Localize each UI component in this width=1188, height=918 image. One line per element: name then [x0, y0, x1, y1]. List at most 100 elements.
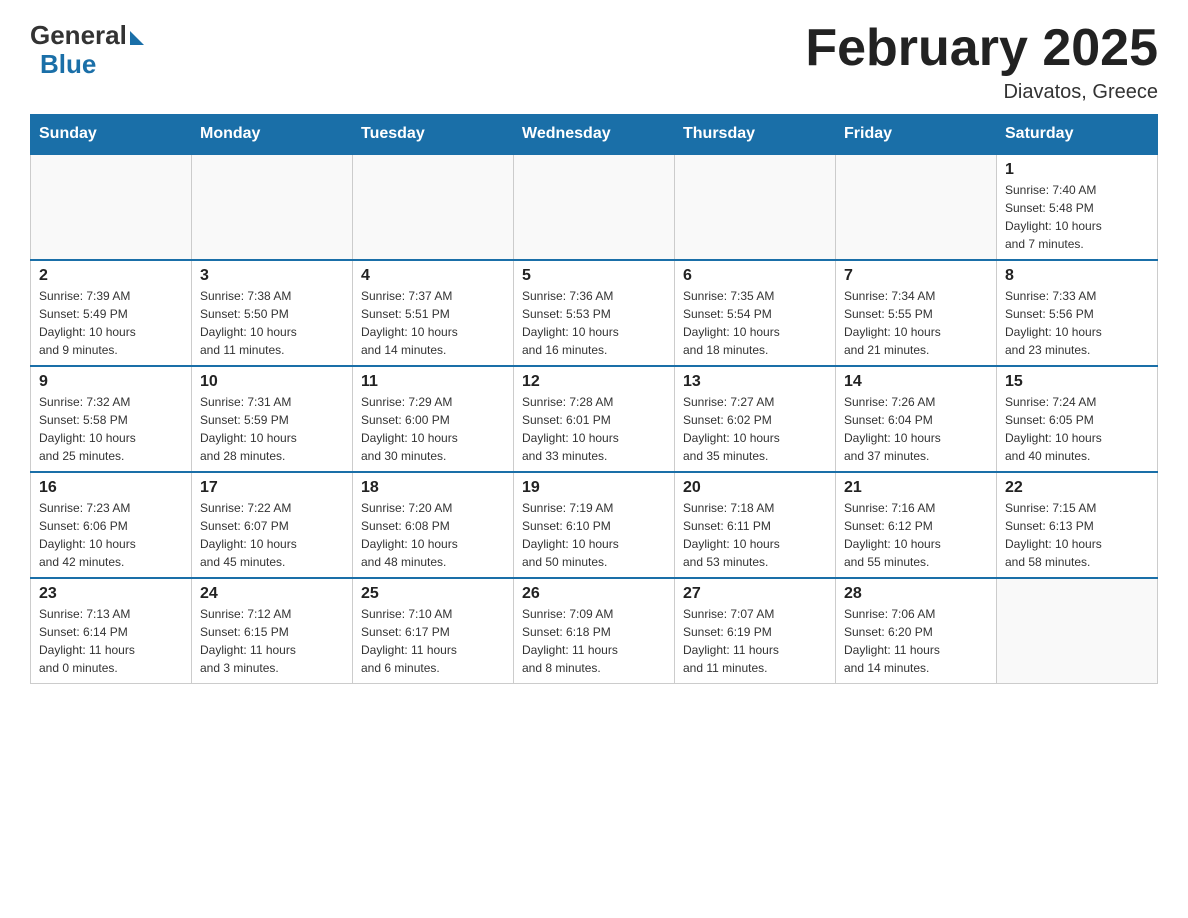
day-info: Sunrise: 7:18 AM Sunset: 6:11 PM Dayligh…	[683, 499, 827, 571]
calendar-cell	[353, 154, 514, 260]
calendar-week-1: 1 Sunrise: 7:40 AM Sunset: 5:48 PM Daylig…	[31, 154, 1158, 260]
day-info: Sunrise: 7:13 AM Sunset: 6:14 PM Dayligh…	[39, 605, 183, 677]
calendar-cell: 19 Sunrise: 7:19 AM Sunset: 6:10 PM Dayli…	[514, 472, 675, 578]
day-info: Sunrise: 7:12 AM Sunset: 6:15 PM Dayligh…	[200, 605, 344, 677]
calendar-cell	[514, 154, 675, 260]
day-number: 26	[522, 585, 666, 603]
day-number: 11	[361, 373, 505, 391]
calendar-cell: 24 Sunrise: 7:12 AM Sunset: 6:15 PM Dayli…	[192, 578, 353, 684]
calendar-cell: 26 Sunrise: 7:09 AM Sunset: 6:18 PM Dayli…	[514, 578, 675, 684]
day-info: Sunrise: 7:31 AM Sunset: 5:59 PM Dayligh…	[200, 393, 344, 465]
calendar-cell: 11 Sunrise: 7:29 AM Sunset: 6:00 PM Dayli…	[353, 366, 514, 472]
calendar-cell: 18 Sunrise: 7:20 AM Sunset: 6:08 PM Dayli…	[353, 472, 514, 578]
location-text: Diavatos, Greece	[805, 81, 1158, 104]
day-info: Sunrise: 7:37 AM Sunset: 5:51 PM Dayligh…	[361, 287, 505, 359]
calendar-cell: 22 Sunrise: 7:15 AM Sunset: 6:13 PM Dayli…	[997, 472, 1158, 578]
calendar-cell: 3 Sunrise: 7:38 AM Sunset: 5:50 PM Daylig…	[192, 260, 353, 366]
calendar-week-5: 23 Sunrise: 7:13 AM Sunset: 6:14 PM Dayli…	[31, 578, 1158, 684]
day-number: 23	[39, 585, 183, 603]
day-number: 19	[522, 479, 666, 497]
day-info: Sunrise: 7:06 AM Sunset: 6:20 PM Dayligh…	[844, 605, 988, 677]
day-number: 10	[200, 373, 344, 391]
day-info: Sunrise: 7:33 AM Sunset: 5:56 PM Dayligh…	[1005, 287, 1149, 359]
day-info: Sunrise: 7:19 AM Sunset: 6:10 PM Dayligh…	[522, 499, 666, 571]
day-header-thursday: Thursday	[675, 115, 836, 155]
calendar-cell: 7 Sunrise: 7:34 AM Sunset: 5:55 PM Daylig…	[836, 260, 997, 366]
day-number: 13	[683, 373, 827, 391]
calendar-cell: 12 Sunrise: 7:28 AM Sunset: 6:01 PM Dayli…	[514, 366, 675, 472]
day-info: Sunrise: 7:15 AM Sunset: 6:13 PM Dayligh…	[1005, 499, 1149, 571]
day-info: Sunrise: 7:29 AM Sunset: 6:00 PM Dayligh…	[361, 393, 505, 465]
month-title: February 2025	[805, 20, 1158, 77]
day-number: 28	[844, 585, 988, 603]
day-info: Sunrise: 7:34 AM Sunset: 5:55 PM Dayligh…	[844, 287, 988, 359]
day-info: Sunrise: 7:24 AM Sunset: 6:05 PM Dayligh…	[1005, 393, 1149, 465]
calendar-cell: 28 Sunrise: 7:06 AM Sunset: 6:20 PM Dayli…	[836, 578, 997, 684]
calendar-cell: 15Sunrise: 7:24 AM Sunset: 6:05 PM Dayli…	[997, 366, 1158, 472]
day-number: 20	[683, 479, 827, 497]
logo-general-text: General	[30, 20, 127, 51]
day-info: Sunrise: 7:36 AM Sunset: 5:53 PM Dayligh…	[522, 287, 666, 359]
day-header-sunday: Sunday	[31, 115, 192, 155]
day-number: 17	[200, 479, 344, 497]
day-header-monday: Monday	[192, 115, 353, 155]
logo-blue-text: Blue	[40, 49, 96, 80]
calendar-cell: 27 Sunrise: 7:07 AM Sunset: 6:19 PM Dayli…	[675, 578, 836, 684]
calendar-cell	[192, 154, 353, 260]
calendar-cell: 10 Sunrise: 7:31 AM Sunset: 5:59 PM Dayli…	[192, 366, 353, 472]
page-header: General Blue February 2025 Diavatos, Gre…	[30, 20, 1158, 104]
day-number: 7	[844, 267, 988, 285]
day-number: 2	[39, 267, 183, 285]
calendar-cell: 2Sunrise: 7:39 AM Sunset: 5:49 PM Daylig…	[31, 260, 192, 366]
day-header-saturday: Saturday	[997, 115, 1158, 155]
calendar-cell: 9 Sunrise: 7:32 AM Sunset: 5:58 PM Daylig…	[31, 366, 192, 472]
calendar-week-3: 9 Sunrise: 7:32 AM Sunset: 5:58 PM Daylig…	[31, 366, 1158, 472]
calendar-cell: 23 Sunrise: 7:13 AM Sunset: 6:14 PM Dayli…	[31, 578, 192, 684]
day-number: 1	[1005, 161, 1149, 179]
day-info: Sunrise: 7:27 AM Sunset: 6:02 PM Dayligh…	[683, 393, 827, 465]
calendar-cell: 8 Sunrise: 7:33 AM Sunset: 5:56 PM Daylig…	[997, 260, 1158, 366]
logo: General Blue	[30, 20, 144, 80]
day-info: Sunrise: 7:16 AM Sunset: 6:12 PM Dayligh…	[844, 499, 988, 571]
day-number: 9	[39, 373, 183, 391]
header-row: SundayMondayTuesdayWednesdayThursdayFrid…	[31, 115, 1158, 155]
calendar-cell: 5 Sunrise: 7:36 AM Sunset: 5:53 PM Daylig…	[514, 260, 675, 366]
calendar-cell	[31, 154, 192, 260]
day-info: Sunrise: 7:07 AM Sunset: 6:19 PM Dayligh…	[683, 605, 827, 677]
calendar-header: SundayMondayTuesdayWednesdayThursdayFrid…	[31, 115, 1158, 155]
day-number: 16	[39, 479, 183, 497]
day-number: 12	[522, 373, 666, 391]
day-info: Sunrise: 7:28 AM Sunset: 6:01 PM Dayligh…	[522, 393, 666, 465]
day-number: 14	[844, 373, 988, 391]
day-number: 24	[200, 585, 344, 603]
day-number: 27	[683, 585, 827, 603]
day-number: 22	[1005, 479, 1149, 497]
calendar-cell: 16 Sunrise: 7:23 AM Sunset: 6:06 PM Dayli…	[31, 472, 192, 578]
day-info: Sunrise: 7:10 AM Sunset: 6:17 PM Dayligh…	[361, 605, 505, 677]
day-number: 21	[844, 479, 988, 497]
calendar-cell: 1 Sunrise: 7:40 AM Sunset: 5:48 PM Daylig…	[997, 154, 1158, 260]
day-header-tuesday: Tuesday	[353, 115, 514, 155]
day-info: Sunrise: 7:20 AM Sunset: 6:08 PM Dayligh…	[361, 499, 505, 571]
calendar-cell: 13 Sunrise: 7:27 AM Sunset: 6:02 PM Dayli…	[675, 366, 836, 472]
calendar-body: 1 Sunrise: 7:40 AM Sunset: 5:48 PM Daylig…	[31, 154, 1158, 684]
day-number: 8	[1005, 267, 1149, 285]
day-number: 4	[361, 267, 505, 285]
day-info: Sunrise: 7:38 AM Sunset: 5:50 PM Dayligh…	[200, 287, 344, 359]
day-number: 18	[361, 479, 505, 497]
day-info: Sunrise: 7:40 AM Sunset: 5:48 PM Dayligh…	[1005, 181, 1149, 253]
day-info: Sunrise: 7:09 AM Sunset: 6:18 PM Dayligh…	[522, 605, 666, 677]
day-info: Sunrise: 7:26 AM Sunset: 6:04 PM Dayligh…	[844, 393, 988, 465]
calendar-cell: 20 Sunrise: 7:18 AM Sunset: 6:11 PM Dayli…	[675, 472, 836, 578]
day-number: 5	[522, 267, 666, 285]
logo-arrow-icon	[130, 31, 144, 45]
day-info: Sunrise: 7:35 AM Sunset: 5:54 PM Dayligh…	[683, 287, 827, 359]
calendar-table: SundayMondayTuesdayWednesdayThursdayFrid…	[30, 114, 1158, 684]
title-block: February 2025 Diavatos, Greece	[805, 20, 1158, 104]
day-number: 3	[200, 267, 344, 285]
day-info: Sunrise: 7:23 AM Sunset: 6:06 PM Dayligh…	[39, 499, 183, 571]
calendar-week-2: 2Sunrise: 7:39 AM Sunset: 5:49 PM Daylig…	[31, 260, 1158, 366]
calendar-cell	[997, 578, 1158, 684]
calendar-cell: 21 Sunrise: 7:16 AM Sunset: 6:12 PM Dayli…	[836, 472, 997, 578]
day-info: Sunrise: 7:32 AM Sunset: 5:58 PM Dayligh…	[39, 393, 183, 465]
